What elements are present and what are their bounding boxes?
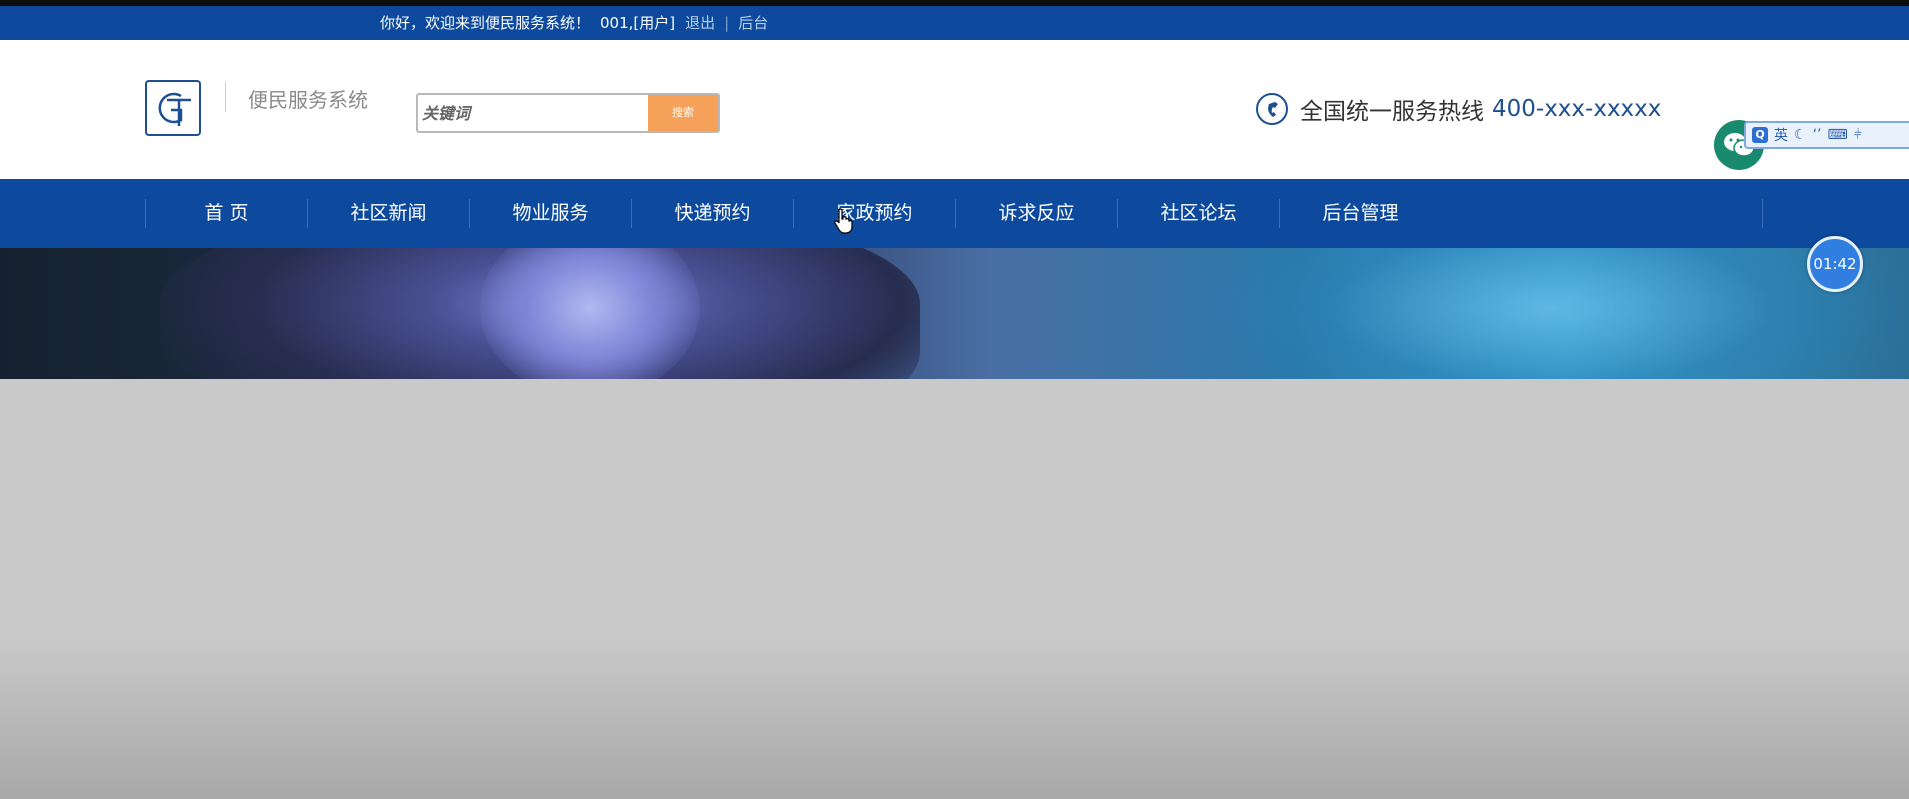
- logo-icon[interactable]: [145, 80, 201, 136]
- nav-item-home[interactable]: 首 页: [146, 179, 307, 248]
- ime-toolbar[interactable]: Q 英 ☾ ‘’ ⌨ ⫩: [1744, 121, 1909, 149]
- search-button[interactable]: 搜索: [648, 95, 718, 131]
- logout-link[interactable]: 退出: [685, 6, 715, 40]
- nav-item-housekeeping-booking[interactable]: 家政预约: [794, 179, 955, 248]
- keyboard-icon[interactable]: ⌨: [1827, 127, 1847, 143]
- phone-icon: [1256, 93, 1288, 125]
- site-name: 便民服务系统: [248, 88, 368, 112]
- nav-item-express-booking[interactable]: 快递预约: [632, 179, 793, 248]
- banner-glow: [1200, 248, 1900, 379]
- main-nav: 首 页 社区新闻 物业服务 快递预约 家政预约 诉求反应 社区论坛 后台管理: [0, 179, 1909, 248]
- hotline: 全国统一服务热线 400-xxx-xxxxx: [1256, 90, 1661, 128]
- hotline-label: 全国统一服务热线: [1300, 99, 1484, 125]
- nav-item-appeal-feedback[interactable]: 诉求反应: [956, 179, 1117, 248]
- ime-mode[interactable]: 英: [1774, 125, 1788, 145]
- moon-icon[interactable]: ☾: [1794, 127, 1807, 143]
- top-bar: 你好，欢迎来到便民服务系统！ 001,[用户] 退出 | 后台: [0, 6, 1909, 40]
- admin-link[interactable]: 后台: [738, 6, 768, 40]
- nav-item-community-forum[interactable]: 社区论坛: [1118, 179, 1279, 248]
- nav-divider: [1762, 199, 1763, 228]
- punctuation-icon[interactable]: ‘’: [1813, 127, 1822, 143]
- current-user: 001,[用户]: [600, 14, 676, 32]
- top-bar-separator: |: [724, 14, 730, 32]
- hotline-number: 400-xxx-xxxxx: [1492, 96, 1662, 122]
- nav-item-admin[interactable]: 后台管理: [1280, 179, 1441, 248]
- hand-cursor-icon: [834, 208, 854, 238]
- site-header: 便民服务系统 搜索 全国统一服务热线 400-xxx-xxxxx: [0, 40, 1909, 179]
- banner-shirt: [480, 248, 700, 379]
- search-box: 搜索: [416, 93, 720, 133]
- content-area: [0, 379, 1909, 799]
- ime-logo-icon: Q: [1752, 127, 1768, 143]
- timer-badge[interactable]: 01:42: [1807, 236, 1863, 292]
- hero-banner: [0, 248, 1909, 379]
- nav-item-property-service[interactable]: 物业服务: [470, 179, 631, 248]
- logo-divider: [225, 82, 226, 112]
- search-input[interactable]: [418, 95, 650, 131]
- top-bar-content: 你好，欢迎来到便民服务系统！ 001,[用户] 退出 | 后台: [380, 6, 768, 40]
- split-icon[interactable]: ⫩: [1854, 127, 1862, 143]
- welcome-text: 你好，欢迎来到便民服务系统！: [380, 14, 591, 32]
- nav-item-community-news[interactable]: 社区新闻: [308, 179, 469, 248]
